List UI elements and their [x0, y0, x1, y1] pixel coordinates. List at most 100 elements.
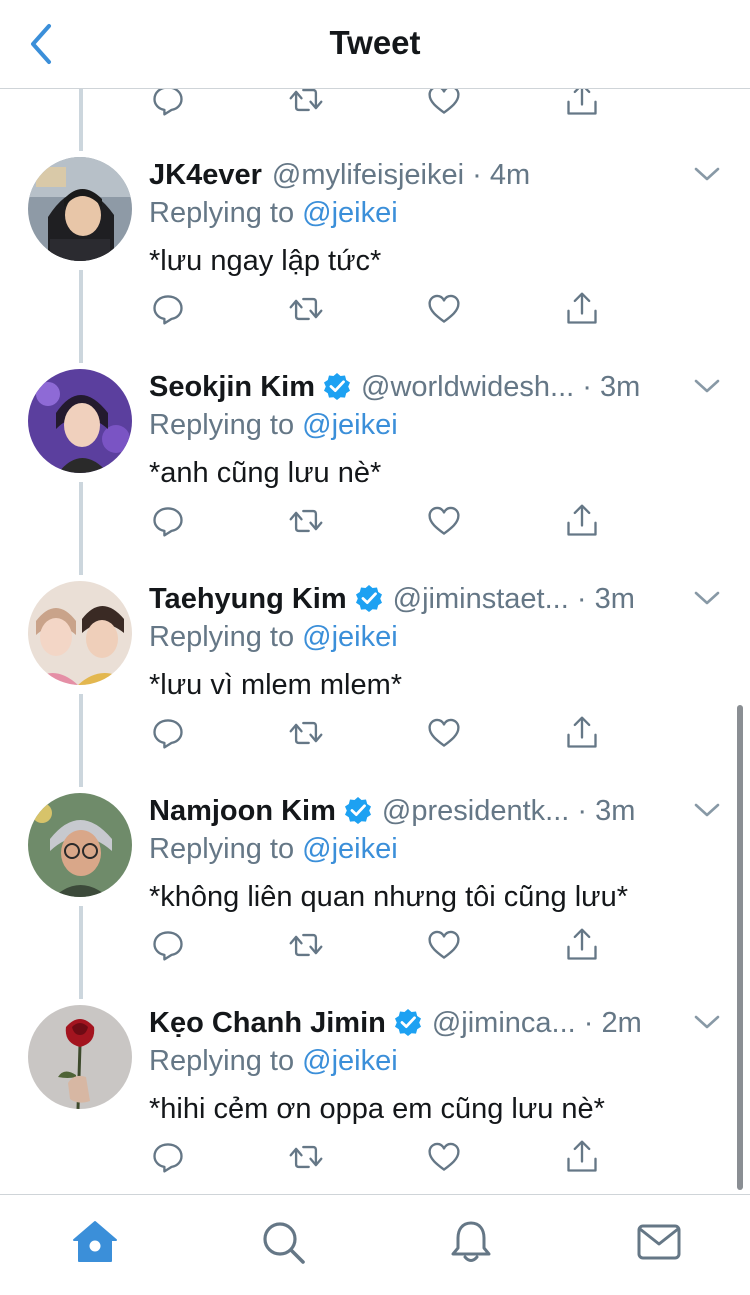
retweet-button[interactable] — [288, 927, 328, 967]
tweet-text: *lưu vì mlem mlem* — [149, 669, 403, 701]
tweet-item[interactable]: Namjoon Kim @presidentk... · 3m Replying … — [0, 793, 750, 1005]
notifications-icon — [451, 1221, 491, 1262]
like-button[interactable] — [426, 715, 466, 755]
verified-badge-icon — [355, 584, 383, 612]
share-button[interactable] — [564, 291, 604, 331]
reply-button[interactable] — [150, 715, 190, 755]
user-handle[interactable]: @worldwidesh... — [361, 371, 574, 403]
search-icon — [263, 1222, 305, 1264]
chevron-down-icon — [692, 373, 722, 399]
more-options-button[interactable] — [692, 797, 722, 823]
verified-badge-icon — [323, 372, 351, 400]
user-handle[interactable]: @mylifeisjeikei — [272, 159, 464, 191]
retweet-icon — [288, 715, 324, 751]
retweet-button[interactable] — [288, 1139, 328, 1179]
tweet-meta: Taehyung Kim @jiminstaet... · 3m — [149, 581, 679, 617]
avatar[interactable] — [28, 369, 132, 473]
timestamp[interactable]: 3m — [600, 371, 640, 403]
share-icon — [564, 291, 600, 327]
timestamp[interactable]: 3m — [595, 583, 635, 615]
top-nav-bar: Tweet — [0, 0, 750, 89]
separator-dot: · — [582, 371, 592, 403]
chevron-down-icon — [692, 797, 722, 823]
like-icon — [426, 927, 462, 963]
like-icon — [426, 715, 462, 751]
retweet-icon — [288, 291, 324, 327]
mention-link[interactable]: @jeikei — [302, 833, 398, 865]
reply-button[interactable] — [150, 291, 190, 331]
replying-prefix: Replying to — [149, 833, 295, 865]
timestamp[interactable]: 2m — [602, 1007, 642, 1039]
reply-button[interactable] — [150, 1139, 190, 1179]
share-button[interactable] — [564, 715, 604, 755]
display-name[interactable]: Kẹo Chanh Jimin — [149, 1007, 386, 1039]
tweet-item[interactable]: JK4ever @mylifeisjeikei · 4m Replying to … — [0, 157, 750, 369]
replying-to: Replying to @jeikei — [149, 195, 398, 231]
like-button[interactable] — [426, 1139, 466, 1179]
tweet-item[interactable]: Taehyung Kim @jiminstaet... · 3m Replying… — [0, 581, 750, 793]
chevron-down-icon — [692, 161, 722, 187]
reply-button[interactable] — [150, 927, 190, 967]
user-handle[interactable]: @jiminca... — [432, 1007, 576, 1039]
replying-prefix: Replying to — [149, 409, 295, 441]
mention-link[interactable]: @jeikei — [302, 197, 398, 229]
page-title: Tweet — [329, 24, 421, 61]
tweet-text: *hihi cẻm ơn oppa em cũng lưu nè* — [149, 1093, 605, 1125]
display-name[interactable]: Taehyung Kim — [149, 583, 347, 615]
like-button[interactable] — [426, 927, 466, 967]
like-button[interactable] — [426, 503, 466, 543]
reply-button[interactable] — [150, 503, 190, 543]
tweet-meta: JK4ever @mylifeisjeikei · 4m — [149, 157, 679, 193]
bottom-tab-bar — [0, 1194, 750, 1295]
avatar[interactable] — [28, 157, 132, 261]
tweet-actions — [150, 715, 600, 755]
mention-link[interactable]: @jeikei — [302, 621, 398, 653]
thread-connector — [79, 89, 83, 151]
retweet-button[interactable] — [288, 715, 328, 755]
tab-search[interactable] — [258, 1217, 308, 1267]
retweet-button[interactable] — [288, 291, 328, 331]
display-name[interactable]: Namjoon Kim — [149, 795, 336, 827]
replying-prefix: Replying to — [149, 1045, 295, 1077]
display-name[interactable]: Seokjin Kim — [149, 371, 315, 403]
share-button[interactable] — [564, 1139, 604, 1179]
avatar[interactable] — [28, 793, 132, 897]
avatar[interactable] — [28, 581, 132, 685]
chevron-down-icon — [692, 585, 722, 611]
replying-to: Replying to @jeikei — [149, 1043, 398, 1079]
tweet-item[interactable]: Kẹo Chanh Jimin @jiminca... · 2m Replying… — [0, 1005, 750, 1217]
tab-home[interactable] — [70, 1217, 120, 1267]
like-icon — [426, 503, 462, 539]
share-icon — [564, 715, 600, 751]
tweet-actions — [150, 927, 600, 967]
display-name[interactable]: JK4ever — [149, 159, 262, 191]
mention-link[interactable]: @jeikei — [302, 409, 398, 441]
more-options-button[interactable] — [692, 1009, 722, 1035]
like-button[interactable] — [426, 291, 466, 331]
user-handle[interactable]: @jiminstaet... — [393, 583, 569, 615]
replying-to: Replying to @jeikei — [149, 407, 398, 443]
mention-link[interactable]: @jeikei — [302, 1045, 398, 1077]
more-options-button[interactable] — [692, 585, 722, 611]
retweet-icon — [288, 503, 324, 539]
tweet-item[interactable]: Seokjin Kim @worldwidesh... · 3m Replying… — [0, 369, 750, 581]
reply-icon — [150, 927, 186, 963]
share-button[interactable] — [564, 927, 604, 967]
user-handle[interactable]: @presidentk... — [382, 795, 569, 827]
share-button[interactable] — [564, 503, 604, 543]
replying-prefix: Replying to — [149, 197, 295, 229]
tab-messages[interactable] — [634, 1217, 684, 1267]
separator-dot: · — [583, 1007, 594, 1039]
timestamp[interactable]: 3m — [595, 795, 635, 827]
more-options-button[interactable] — [692, 161, 722, 187]
scrollbar[interactable] — [737, 705, 743, 1190]
retweet-button[interactable] — [288, 503, 328, 543]
chevron-down-icon — [692, 1009, 722, 1035]
tab-notifications[interactable] — [446, 1217, 496, 1267]
avatar[interactable] — [28, 1005, 132, 1109]
more-options-button[interactable] — [692, 373, 722, 399]
separator-dot: · — [576, 583, 587, 615]
timestamp[interactable]: 4m — [490, 159, 530, 191]
tweet-actions — [150, 291, 600, 331]
like-icon — [426, 291, 462, 327]
